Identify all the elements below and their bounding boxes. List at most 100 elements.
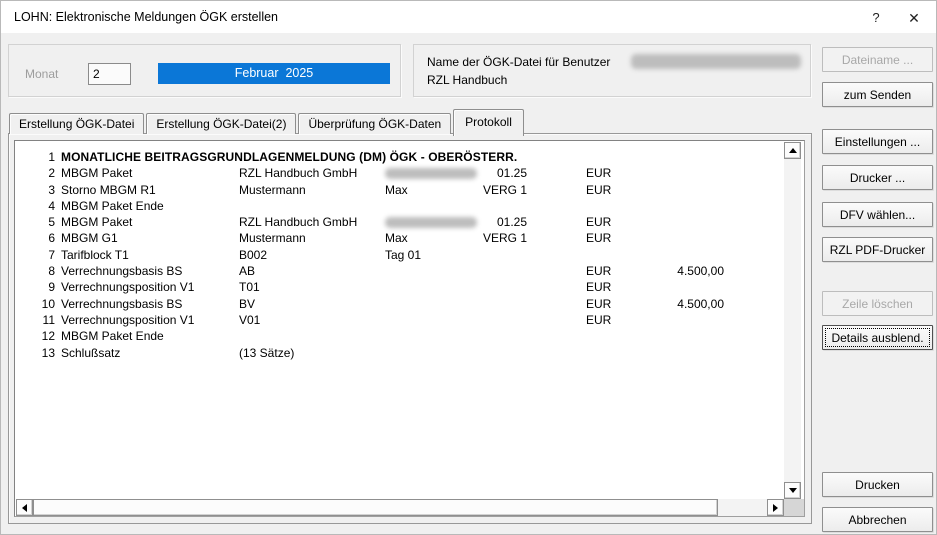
vertical-scrollbar[interactable]	[784, 142, 801, 499]
close-icon[interactable]: ✕	[898, 1, 930, 33]
protocol-cell-c4: VERG 1	[443, 230, 527, 246]
protocol-row[interactable]: 9Verrechnungsposition V1T01EUR	[15, 279, 784, 295]
protocol-cell-num: 6	[27, 230, 55, 246]
protocol-cell-c1: MONATLICHE BEITRAGSGRUNDLAGENMELDUNG (DM…	[61, 149, 517, 165]
protocol-cell-c2: B002	[239, 247, 267, 263]
protocol-row[interactable]: 3 Storno MBGM R1 Mustermann Max VERG 1 EUR	[15, 182, 784, 198]
protocol-cell-num: 13	[27, 345, 55, 361]
protocol-cell-c5: EUR	[586, 263, 611, 279]
protocol-cell-num: 12	[27, 328, 55, 344]
protocol-cell-c3: Max	[385, 182, 408, 198]
details-ausblend-button[interactable]: Details ausblend.	[822, 325, 933, 350]
protocol-cell-c4: 01.25	[443, 214, 527, 230]
protocol-row[interactable]: 7 Tarifblock T1 B002 Tag 01	[15, 247, 784, 263]
protocol-cell-num: 7	[27, 247, 55, 263]
period-banner: Februar 2025	[158, 63, 390, 84]
month-label: Monat	[25, 63, 58, 85]
protocol-cell-c1: MBGM Paket	[61, 214, 132, 230]
protocol-cell-num: 11	[27, 312, 55, 328]
scroll-left-icon[interactable]	[16, 499, 33, 516]
protocol-rows: 1 MONATLICHE BEITRAGSGRUNDLAGENMELDUNG (D…	[15, 149, 784, 361]
dfv-waehlen-button[interactable]: DFV wählen...	[822, 202, 933, 227]
protocol-cell-c2: V01	[239, 312, 260, 328]
protocol-row[interactable]: 12 MBGM Paket Ende	[15, 328, 784, 344]
protocol-cell-c5: EUR	[586, 312, 611, 328]
protocol-cell-c5: EUR	[586, 279, 611, 295]
protocol-cell-c2: RZL Handbuch GmbH	[239, 165, 357, 181]
horizontal-scrollbar[interactable]	[16, 499, 784, 516]
tab-1[interactable]: Erstellung ÖGK-Datei	[9, 113, 144, 134]
protocol-row[interactable]: 5 MBGM Paket RZL Handbuch GmbH 01.25 EUR	[15, 214, 784, 230]
dialog-window: { "window": { "title": "LOHN: Elektronis…	[0, 0, 937, 535]
protocol-cell-c2: (13 Sätze)	[239, 345, 294, 361]
protocol-cell-c3: Max	[385, 230, 408, 246]
protocol-cell-num: 5	[27, 214, 55, 230]
protocol-cell-c1: MBGM Paket Ende	[61, 198, 164, 214]
tab-4[interactable]: Protokoll	[453, 109, 524, 136]
title-bar: LOHN: Elektronische Meldungen ÖGK erstel…	[1, 1, 936, 33]
protocol-cell-c1: Tarifblock T1	[61, 247, 129, 263]
protocol-cell-c3: Tag 01	[385, 247, 421, 263]
protocol-cell-c6: 4.500,00	[635, 263, 724, 279]
tab-3[interactable]: Überprüfung ÖGK-Daten	[298, 113, 451, 134]
protocol-cell-c2: BV	[239, 296, 255, 312]
protocol-cell-c2: Mustermann	[239, 182, 306, 198]
protocol-cell-c1: Verrechnungsbasis BS	[61, 263, 182, 279]
protocol-cell-c1: Storno MBGM R1	[61, 182, 156, 198]
protocol-cell-c1: Verrechnungsposition V1	[61, 312, 194, 328]
drucker-button[interactable]: Drucker ...	[822, 165, 933, 190]
protocol-row[interactable]: 4MBGM Paket Ende	[15, 198, 784, 214]
tab-strip: Erstellung ÖGK-DateiErstellung ÖGK-Datei…	[9, 108, 526, 134]
month-input[interactable]	[88, 63, 131, 85]
protocol-cell-num: 3	[27, 182, 55, 198]
protocol-row[interactable]: 8 Verrechnungsbasis BS AB EUR 4.500,00	[15, 263, 784, 279]
protocol-cell-c5: EUR	[586, 214, 611, 230]
zeile-loeschen-button: Zeile löschen	[822, 291, 933, 316]
scroll-right-icon[interactable]	[767, 499, 784, 516]
protocol-cell-num: 8	[27, 263, 55, 279]
protocol-cell-num: 2	[27, 165, 55, 181]
window-title: LOHN: Elektronische Meldungen ÖGK erstel…	[14, 1, 278, 33]
protocol-cell-num: 1	[27, 149, 55, 165]
protocol-cell-c4: 01.25	[443, 165, 527, 181]
protocol-row[interactable]: 1 MONATLICHE BEITRAGSGRUNDLAGENMELDUNG (D…	[15, 149, 784, 165]
protocol-cell-c2: Mustermann	[239, 230, 306, 246]
filename-info-label: Name der ÖGK-Datei für Benutzer	[427, 55, 610, 69]
protocol-row[interactable]: 11 Verrechnungsposition V1 V01 EUR	[15, 312, 784, 328]
drucken-button[interactable]: Drucken	[822, 472, 933, 497]
protocol-cell-c1: Verrechnungsposition V1	[61, 279, 194, 295]
protocol-cell-c4: VERG 1	[443, 182, 527, 198]
scrollbar-corner	[784, 499, 804, 516]
protocol-cell-c2: RZL Handbuch GmbH	[239, 214, 357, 230]
scroll-down-icon[interactable]	[784, 482, 801, 499]
help-icon[interactable]: ?	[860, 1, 892, 33]
einstellungen-button[interactable]: Einstellungen ...	[822, 129, 933, 154]
protocol-cell-c5: EUR	[586, 182, 611, 198]
scroll-up-icon[interactable]	[784, 142, 801, 159]
protocol-cell-c5: EUR	[586, 165, 611, 181]
filename-groupbox	[413, 44, 811, 97]
protocol-row[interactable]: 2 MBGM Paket RZL Handbuch GmbH 01.25 EUR	[15, 165, 784, 181]
protocol-row[interactable]: 10 Verrechnungsbasis BS BV EUR 4.500,00	[15, 296, 784, 312]
horizontal-scroll-thumb[interactable]	[33, 499, 718, 516]
rzl-pdf-drucker-button[interactable]: RZL PDF-Drucker	[822, 237, 933, 262]
protocol-cell-c5: EUR	[586, 296, 611, 312]
protocol-listbox[interactable]: 1 MONATLICHE BEITRAGSGRUNDLAGENMELDUNG (D…	[14, 140, 805, 517]
protocol-cell-num: 10	[27, 296, 55, 312]
protocol-cell-c6: 4.500,00	[635, 296, 724, 312]
protocol-cell-c1: MBGM Paket	[61, 165, 132, 181]
protocol-cell-c2: AB	[239, 263, 255, 279]
protocol-cell-c1: MBGM G1	[61, 230, 118, 246]
protocol-cell-num: 9	[27, 279, 55, 295]
redacted-username	[631, 54, 801, 69]
zum-senden-button[interactable]: zum Senden	[822, 82, 933, 107]
protocol-row[interactable]: 13 Schlußsatz (13 Sätze)	[15, 345, 784, 361]
protocol-cell-c1: MBGM Paket Ende	[61, 328, 164, 344]
abbrechen-button[interactable]: Abbrechen	[822, 507, 933, 532]
tab-2[interactable]: Erstellung ÖGK-Datei(2)	[146, 113, 296, 134]
protocol-row[interactable]: 6 MBGM G1 Mustermann Max VERG 1 EUR	[15, 230, 784, 246]
protocol-cell-c1: Verrechnungsbasis BS	[61, 296, 182, 312]
dateiname-button: Dateiname ...	[822, 47, 933, 72]
protocol-cell-c5: EUR	[586, 230, 611, 246]
protocol-cell-c1: Schlußsatz	[61, 345, 120, 361]
